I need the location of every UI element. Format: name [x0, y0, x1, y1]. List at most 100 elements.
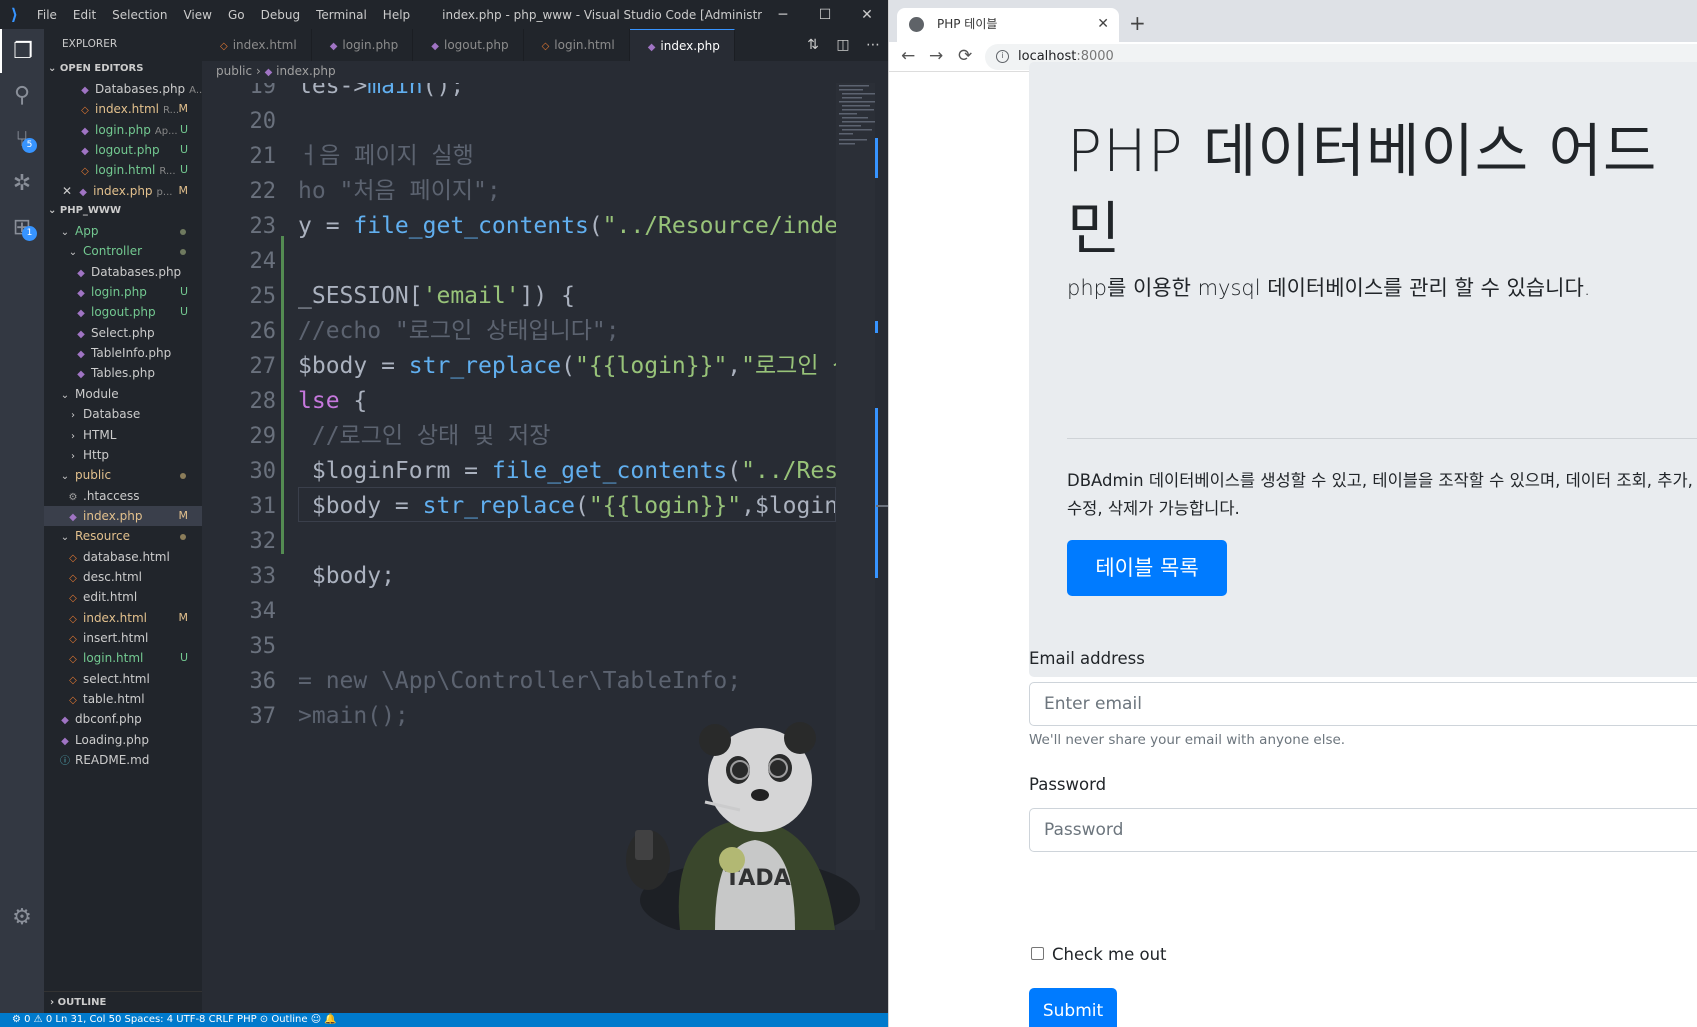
html-file-icon: ◇ [81, 166, 89, 178]
open-editor-item[interactable]: ◆ login.php Ap... U [44, 120, 202, 140]
debug-icon[interactable]: ✲ [0, 161, 44, 205]
open-editor-item[interactable]: ◇ index.html R... M [44, 99, 202, 119]
folder-item[interactable]: › HTML [44, 425, 202, 445]
source-control-icon[interactable]: ⑂ 5 [0, 117, 44, 161]
code-token: les-> [298, 83, 368, 99]
extensions-badge: 1 [22, 226, 37, 241]
file-item[interactable]: ⓘ README.md [44, 750, 202, 770]
open-editors-header[interactable]: ⌄ OPEN EDITORS [44, 59, 202, 79]
file-item[interactable]: ◆ Loading.php [44, 730, 202, 750]
file-item[interactable]: ◆ logout.php U [44, 302, 202, 322]
file-item[interactable]: ◆ TableInfo.php [44, 343, 202, 363]
menu-item-4[interactable]: Go [220, 8, 253, 22]
file-item[interactable]: ◇ login.html U [44, 648, 202, 668]
menu-item-2[interactable]: Selection [104, 8, 175, 22]
menu-bar: File Edit Selection View Go Debug Terminal Help [29, 8, 418, 22]
breadcrumb-file[interactable]: index.php [276, 64, 335, 78]
folder-item[interactable]: ⌄ Resource [44, 526, 202, 546]
back-arrow-icon[interactable]: ← [901, 46, 915, 66]
submit-button[interactable]: Submit [1029, 988, 1117, 1027]
file-item[interactable]: ◇ table.html [44, 689, 202, 709]
extensions-icon[interactable]: ⊞ 1 [0, 205, 44, 249]
file-item[interactable]: ⚙ .htaccess [44, 486, 202, 506]
folder-item[interactable]: ⌄ App [44, 221, 202, 241]
folder-item[interactable]: › Database [44, 404, 202, 424]
close-icon[interactable]: ✕ [62, 184, 72, 198]
forward-arrow-icon[interactable]: → [929, 46, 943, 66]
file-item[interactable]: ◇ index.html M [44, 608, 202, 628]
menu-item-1[interactable]: Edit [65, 8, 104, 22]
file-item[interactable]: ◆ Databases.php [44, 262, 202, 282]
code-token: lse [298, 388, 340, 414]
outline-section[interactable]: › OUTLINE [44, 991, 202, 1013]
menu-item-5[interactable]: Debug [253, 8, 308, 22]
open-editor-name: index.html [95, 102, 159, 117]
tab-login-html[interactable]: ◇ login.html [523, 29, 630, 61]
open-editor-item[interactable]: ◆ logout.php U [44, 140, 202, 160]
maximize-icon[interactable]: ☐ [804, 7, 846, 23]
file-item[interactable]: ◆ index.php M [44, 505, 202, 527]
split-editor-icon[interactable]: ◫ [828, 37, 858, 53]
browser-tab[interactable]: PHP 테이블 ✕ [897, 8, 1119, 42]
breadcrumb-folder[interactable]: public [216, 64, 252, 78]
file-name: Resource [75, 529, 131, 544]
folder-item[interactable]: › Http [44, 445, 202, 465]
file-item[interactable]: ◆ login.php U [44, 282, 202, 302]
php-file-icon: ◆ [69, 511, 77, 523]
check-me-out-checkbox[interactable] [1031, 947, 1044, 960]
menu-item-6[interactable]: Terminal [308, 8, 375, 22]
file-tree: ⌄ App ⌄ Controller ◆ Databases.php ◆ login.php U… [44, 221, 202, 770]
email-input[interactable] [1029, 682, 1697, 726]
check-me-out-label[interactable]: Check me out [1052, 945, 1167, 964]
modified-dot [180, 249, 186, 256]
tab-logout-php[interactable]: ◆ logout.php [413, 29, 524, 61]
file-item[interactable]: ◆ dbconf.php [44, 709, 202, 729]
gear-icon: ⚙ [68, 491, 78, 503]
file-item[interactable]: ◆ Tables.php [44, 363, 202, 383]
folder-item[interactable]: ⌄ public [44, 465, 202, 485]
more-actions-icon[interactable]: ⋯ [858, 37, 888, 53]
project-header[interactable]: ⌄ PHP_WWW [44, 201, 202, 221]
file-item[interactable]: ◇ edit.html [44, 587, 202, 607]
table-list-button[interactable]: 테이블 목록 [1067, 540, 1227, 596]
file-item[interactable]: ◇ insert.html [44, 628, 202, 648]
menu-item-3[interactable]: View [175, 8, 219, 22]
folder-item[interactable]: ⌄ Controller [44, 241, 202, 261]
tab-label: logout.php [443, 38, 509, 52]
file-name: .htaccess [83, 488, 140, 503]
line-number: 34 [249, 599, 277, 624]
explorer-sidebar: EXPLORER ⌄ OPEN EDITORS ◆ Databases.php A.… [44, 29, 202, 1013]
tab-index-html[interactable]: ◇ index.html [202, 29, 312, 61]
editor-tabs: ◇ index.html ◆ login.php ◆ logout.php ◇ login.h… [202, 29, 888, 61]
file-item[interactable]: ◇ select.html [44, 669, 202, 689]
explorer-icon[interactable]: ❐ [0, 29, 44, 73]
info-icon[interactable]: i [996, 50, 1009, 63]
open-editor-item[interactable]: ◆ Databases.phpA... [44, 79, 202, 99]
file-item[interactable]: ◇ database.html [44, 547, 202, 567]
file-item[interactable]: ◇ desc.html [44, 567, 202, 587]
minimize-icon[interactable]: ─ [762, 7, 804, 23]
compare-icon[interactable]: ⇅ [798, 37, 828, 53]
menu-item-7[interactable]: Help [375, 8, 418, 22]
menu-item-0[interactable]: File [29, 8, 65, 22]
password-input[interactable] [1029, 808, 1697, 852]
folder-item[interactable]: ⌄ Module [44, 384, 202, 404]
new-tab-button[interactable]: + [1129, 11, 1146, 35]
file-item[interactable]: ◆ Select.php [44, 323, 202, 343]
code-text: ㅓ음 페이지 실행 [298, 139, 474, 174]
tab-index-php[interactable]: ◆ index.php [629, 29, 735, 61]
code-text: >main(); [298, 699, 409, 734]
open-editor-item[interactable]: ◇ login.html R... U [44, 160, 202, 180]
code-token: _SESSION[ [298, 283, 423, 309]
code-text: lse { [298, 384, 367, 419]
vscode-titlebar: ⟩ File Edit Selection View Go Debug Terminal He… [0, 0, 888, 29]
close-window-icon[interactable]: ✕ [846, 7, 888, 23]
open-editor-item[interactable]: ✕ ◆ index.php p... M [44, 181, 202, 201]
settings-gear-icon[interactable]: ⚙ [0, 895, 44, 939]
tab-login-php[interactable]: ◆ login.php [311, 29, 414, 61]
reload-icon[interactable]: ⟳ [958, 46, 972, 66]
close-tab-icon[interactable]: ✕ [1097, 8, 1109, 40]
git-status: U [179, 651, 188, 665]
file-name: index.php [83, 508, 143, 523]
search-icon[interactable]: ⚲ [0, 73, 44, 117]
